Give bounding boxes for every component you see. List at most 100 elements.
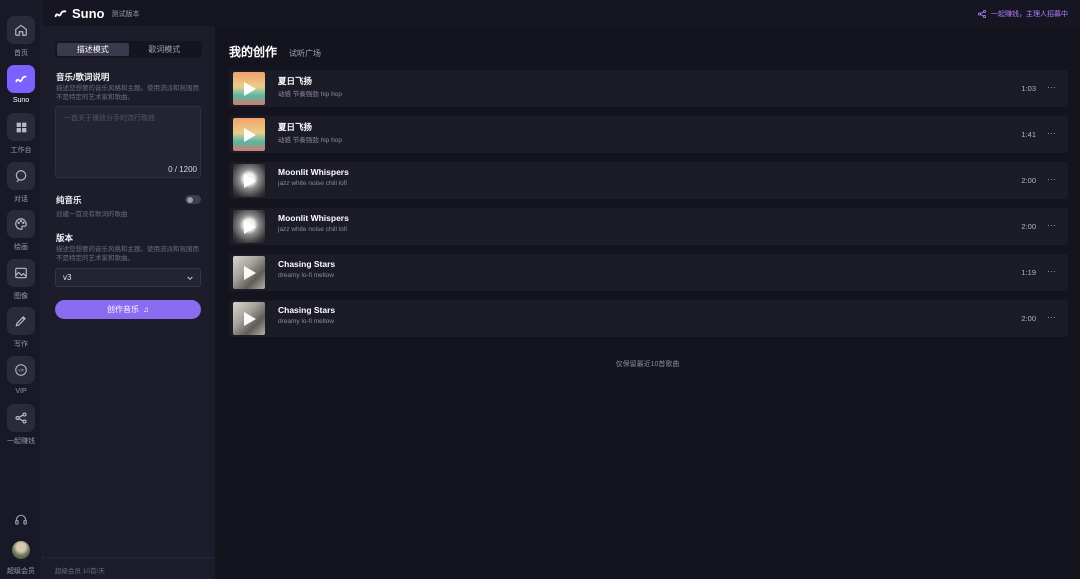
song-cover[interactable]	[233, 72, 265, 105]
composer-panel: 描述模式 歌词模式 音乐/歌词说明 描述您想要的音乐风格和主题。使用流派和氛围而…	[42, 26, 215, 579]
song-title: 夏日飞扬	[278, 122, 313, 132]
share-icon	[978, 10, 986, 18]
palette-icon	[7, 210, 35, 238]
suno-logo-icon	[54, 10, 67, 18]
song-row[interactable]: 夏日飞扬动感 节奏强劲 hip hop 1:41 ···	[229, 116, 1068, 153]
play-icon[interactable]	[244, 312, 256, 326]
invite-link[interactable]: 一起赚钱，主理人招募中	[977, 9, 1068, 19]
nav-image[interactable]: 图像	[0, 259, 42, 307]
play-icon[interactable]	[244, 82, 256, 96]
song-cover[interactable]	[233, 164, 265, 197]
nav-workbench-label: 工作台	[10, 147, 32, 154]
tab-lyrics-mode[interactable]: 歌词模式	[129, 43, 201, 56]
song-cover[interactable]	[233, 302, 265, 335]
app-logo[interactable]: Suno 测试版本	[54, 6, 140, 21]
nav-vip[interactable]: VIP VIP	[0, 356, 42, 404]
user-tier-label: 超级会员	[7, 568, 35, 575]
list-note: 仅保留最近10首歌曲	[615, 361, 680, 368]
play-icon[interactable]	[244, 266, 256, 280]
nav-home[interactable]: 首页	[0, 16, 42, 64]
nav-earn[interactable]: 一起赚钱	[0, 404, 42, 452]
chat-icon	[7, 162, 35, 190]
song-title: Chasing Stars	[278, 305, 336, 315]
song-cover[interactable]	[233, 210, 265, 243]
song-duration: 1:03	[1021, 84, 1036, 93]
main-content: 我的创作 试听广场 夏日飞扬 动感 节奏强劲 hip hop 1:03 ··· 夏日飞扬…	[215, 26, 1080, 579]
quota-text: 超级会员 10首/天	[55, 568, 105, 575]
more-options-icon[interactable]: ···	[1047, 312, 1056, 322]
nav-write-label: 写作	[14, 341, 28, 348]
song-cover[interactable]	[233, 256, 265, 289]
support-icon[interactable]	[14, 513, 28, 527]
vip-icon: VIP	[7, 356, 35, 384]
tab-description-mode[interactable]: 描述模式	[57, 43, 129, 56]
toggle-knob	[187, 196, 193, 203]
nav-write[interactable]: 写作	[0, 307, 42, 355]
song-row[interactable]: Chasing Stars dreamy lo-fi mellow 1:19 ···	[229, 254, 1068, 291]
tab-my-creations[interactable]: 我的创作	[229, 43, 277, 60]
song-duration: 1:19	[1021, 268, 1036, 277]
nav-workbench[interactable]: 工作台	[0, 113, 42, 161]
tab-listening-square[interactable]: 试听广场	[289, 48, 321, 59]
nav-chat[interactable]: 对话	[0, 162, 42, 210]
prompt-placeholder: 一首关于播放分手的流行歌曲	[64, 115, 155, 122]
song-row[interactable]: 夏日飞扬动感 节奏强劲 hip hop 1:03 ···	[229, 70, 1068, 107]
version-hint: 描述您想要的音乐风格和主题。使用流派和氛围而不是特定的艺术家和歌曲。	[56, 246, 199, 262]
instrumental-toggle[interactable]	[185, 195, 201, 204]
app-name: Suno	[72, 6, 105, 21]
home-icon	[7, 16, 35, 44]
instrumental-title: 纯音乐	[56, 195, 82, 205]
play-icon[interactable]	[244, 174, 256, 188]
song-title: Moonlit Whispers	[278, 213, 349, 223]
suno-icon	[7, 65, 35, 93]
song-tags: dreamy lo-fi mellow	[278, 272, 334, 279]
quota-footer: 超级会员 10首/天	[42, 557, 215, 579]
description-title: 音乐/歌词说明	[56, 72, 110, 82]
nav-vip-label: VIP	[15, 388, 27, 395]
nav-earn-label: 一起赚钱	[7, 438, 35, 445]
description-hint: 描述您想要的音乐风格和主题。使用流派和氛围而不是特定的艺术家和歌曲。	[56, 85, 199, 101]
play-icon[interactable]	[244, 128, 256, 142]
more-options-icon[interactable]: ···	[1047, 220, 1056, 230]
avatar[interactable]	[12, 541, 30, 559]
grid-icon	[7, 113, 35, 141]
more-options-icon[interactable]: ···	[1047, 266, 1056, 276]
create-music-button[interactable]: 创作音乐 ♫	[55, 300, 201, 319]
song-row[interactable]: Chasing Stars dreamy lo-fi mellow 2:00 ···	[229, 300, 1068, 337]
version-select[interactable]: v3	[55, 268, 201, 287]
nav-paint[interactable]: 绘画	[0, 210, 42, 258]
svg-text:VIP: VIP	[18, 368, 24, 372]
create-music-label: 创作音乐	[107, 305, 139, 314]
prompt-textarea[interactable]: 一首关于播放分手的流行歌曲 0 / 1200	[55, 106, 201, 178]
instrumental-hint: 创建一首没有歌词的歌曲	[56, 211, 128, 218]
more-options-icon[interactable]: ···	[1047, 128, 1056, 138]
song-title: 夏日飞扬	[278, 76, 313, 86]
song-row[interactable]: Moonlit Whispers jazz white noise chill l…	[229, 208, 1068, 245]
song-duration: 2:00	[1021, 222, 1036, 231]
song-duration: 1:41	[1021, 130, 1036, 139]
song-tags: dreamy lo-fi mellow	[278, 318, 334, 325]
nav-chat-label: 对话	[14, 196, 28, 203]
song-row[interactable]: Moonlit Whispers jazz white noise chill l…	[229, 162, 1068, 199]
song-title: Chasing Stars	[278, 259, 336, 269]
version-value: v3	[63, 273, 72, 282]
song-tags: 动感 节奏强劲 hip hop	[278, 91, 342, 98]
song-tags: 动感 节奏强劲 hip hop	[278, 137, 342, 144]
mode-switch: 描述模式 歌词模式	[55, 41, 202, 58]
top-bar: Suno 测试版本 一起赚钱，主理人招募中	[42, 0, 1080, 26]
nav-suno[interactable]: Suno	[0, 65, 42, 113]
song-cover[interactable]	[233, 118, 265, 151]
play-icon[interactable]	[244, 220, 256, 234]
nav-suno-label: Suno	[12, 97, 30, 104]
song-tags: jazz white noise chill lofi	[278, 226, 348, 233]
prompt-char-count: 0 / 1200	[168, 165, 197, 174]
left-nav-rail: 首页 Suno 工作台 对话 绘画 图像 写作 VIP VIP 一起赚钱 超级会…	[0, 0, 42, 579]
song-tags: jazz white noise chill lofi	[278, 180, 348, 187]
main-tabs: 我的创作 试听广场	[229, 43, 321, 60]
app-tag: 测试版本	[111, 10, 140, 18]
song-duration: 2:00	[1021, 314, 1036, 323]
more-options-icon[interactable]: ···	[1047, 174, 1056, 184]
nav-home-label: 首页	[14, 50, 28, 57]
pen-icon	[7, 307, 35, 335]
more-options-icon[interactable]: ···	[1047, 82, 1056, 92]
